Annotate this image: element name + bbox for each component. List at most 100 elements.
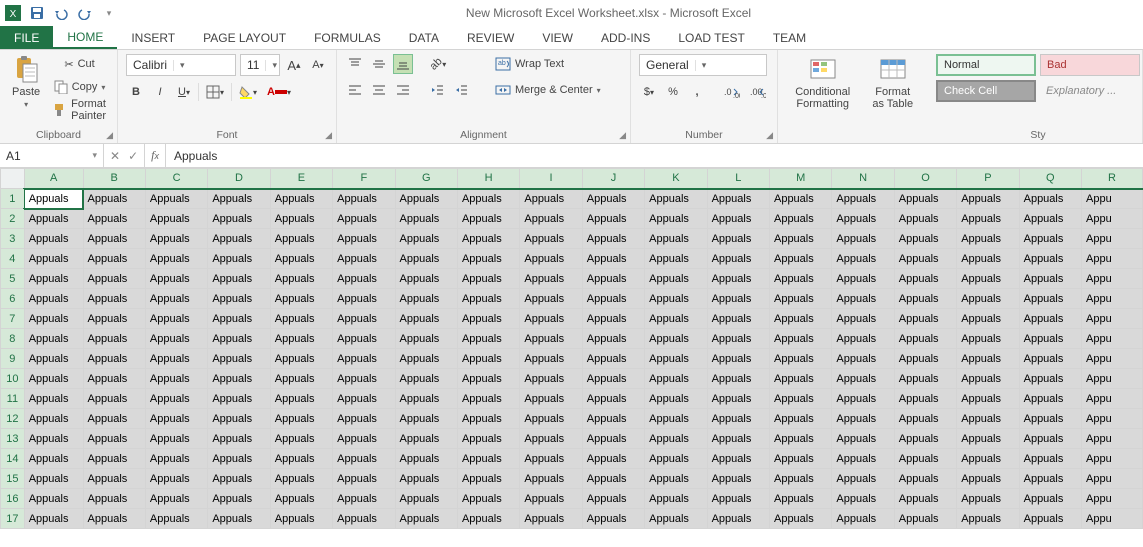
cell[interactable]: Appuals <box>1019 509 1081 529</box>
cell[interactable]: Appuals <box>707 349 769 369</box>
undo-button[interactable] <box>52 4 70 22</box>
cell[interactable]: Appuals <box>333 309 395 329</box>
cell[interactable]: Appuals <box>24 229 83 249</box>
cell[interactable]: Appuals <box>83 369 145 389</box>
column-header[interactable]: R <box>1082 169 1143 189</box>
cell[interactable]: Appuals <box>24 209 83 229</box>
cell[interactable]: Appuals <box>457 389 519 409</box>
conditional-formatting-button[interactable]: Conditional Formatting <box>786 54 859 112</box>
cell[interactable]: Appuals <box>24 249 83 269</box>
cell[interactable]: Appuals <box>270 389 332 409</box>
cell[interactable]: Appuals <box>1019 349 1081 369</box>
cell[interactable]: Appuals <box>957 469 1019 489</box>
cell[interactable]: Appuals <box>270 269 332 289</box>
cell[interactable]: Appuals <box>457 489 519 509</box>
cell[interactable]: Appuals <box>582 389 644 409</box>
tab-view[interactable]: VIEW <box>528 26 587 49</box>
cell[interactable]: Appuals <box>707 289 769 309</box>
cell[interactable]: Appuals <box>645 289 707 309</box>
cell[interactable]: Appuals <box>1019 489 1081 509</box>
cell[interactable]: Appuals <box>395 369 457 389</box>
cell[interactable]: Appu <box>1082 449 1143 469</box>
cell[interactable]: Appuals <box>645 189 707 209</box>
column-header[interactable]: E <box>270 169 332 189</box>
cell[interactable]: Appuals <box>645 409 707 429</box>
column-header[interactable]: D <box>208 169 270 189</box>
cell[interactable]: Appuals <box>333 189 395 209</box>
cell[interactable]: Appuals <box>582 289 644 309</box>
cell[interactable]: Appuals <box>894 329 956 349</box>
cell[interactable]: Appuals <box>645 269 707 289</box>
cell[interactable]: Appuals <box>707 269 769 289</box>
cell[interactable]: Appuals <box>83 189 145 209</box>
cell[interactable]: Appuals <box>208 409 270 429</box>
cell[interactable]: Appuals <box>457 229 519 249</box>
cell[interactable]: Appuals <box>24 429 83 449</box>
cell[interactable]: Appuals <box>957 229 1019 249</box>
cell[interactable]: Appuals <box>769 209 831 229</box>
cell[interactable]: Appuals <box>832 229 894 249</box>
cell[interactable]: Appuals <box>83 269 145 289</box>
select-all-corner[interactable] <box>1 169 25 189</box>
cell[interactable]: Appuals <box>457 449 519 469</box>
cell[interactable]: Appuals <box>145 189 207 209</box>
cell[interactable]: Appuals <box>957 429 1019 449</box>
cell[interactable]: Appu <box>1082 269 1143 289</box>
cell[interactable]: Appuals <box>270 449 332 469</box>
underline-button[interactable]: U▾ <box>174 82 194 102</box>
cell[interactable]: Appuals <box>769 329 831 349</box>
decrease-decimal-button[interactable]: .00.0 <box>747 82 769 102</box>
cell[interactable]: Appuals <box>769 269 831 289</box>
cell[interactable]: Appuals <box>520 429 582 449</box>
cell[interactable]: Appuals <box>208 389 270 409</box>
cell[interactable]: Appuals <box>208 269 270 289</box>
tab-data[interactable]: DATA <box>395 26 453 49</box>
column-header[interactable]: M <box>769 169 831 189</box>
cell[interactable]: Appuals <box>957 309 1019 329</box>
cell[interactable]: Appuals <box>769 449 831 469</box>
cell[interactable]: Appuals <box>645 329 707 349</box>
tab-home[interactable]: HOME <box>53 26 117 49</box>
cell[interactable]: Appuals <box>83 429 145 449</box>
column-header[interactable]: C <box>145 169 207 189</box>
row-header[interactable]: 5 <box>1 269 25 289</box>
cell[interactable]: Appuals <box>270 249 332 269</box>
cell[interactable]: Appuals <box>520 209 582 229</box>
cell[interactable]: Appuals <box>582 429 644 449</box>
cell[interactable]: Appuals <box>145 489 207 509</box>
font-launcher-icon[interactable]: ◢ <box>325 130 332 141</box>
cell[interactable]: Appuals <box>645 369 707 389</box>
cell[interactable]: Appuals <box>832 269 894 289</box>
cell[interactable]: Appuals <box>645 229 707 249</box>
cell[interactable]: Appuals <box>582 349 644 369</box>
cell[interactable]: Appuals <box>145 229 207 249</box>
cell[interactable]: Appuals <box>24 489 83 509</box>
cell[interactable]: Appuals <box>333 329 395 349</box>
increase-font-button[interactable]: A▴ <box>284 55 304 75</box>
cell[interactable]: Appuals <box>832 309 894 329</box>
cell[interactable]: Appuals <box>24 189 83 209</box>
cell[interactable]: Appuals <box>520 229 582 249</box>
cell[interactable]: Appuals <box>83 469 145 489</box>
cell[interactable]: Appuals <box>333 289 395 309</box>
cell[interactable]: Appuals <box>270 289 332 309</box>
cell[interactable]: Appuals <box>145 409 207 429</box>
cell[interactable]: Appuals <box>208 289 270 309</box>
fill-color-button[interactable]: ▾ <box>236 82 260 102</box>
cell[interactable]: Appuals <box>832 369 894 389</box>
align-bottom-button[interactable] <box>393 54 413 74</box>
column-header[interactable]: N <box>832 169 894 189</box>
align-center-button[interactable] <box>369 80 389 100</box>
cell[interactable]: Appuals <box>957 269 1019 289</box>
cell[interactable]: Appuals <box>1019 449 1081 469</box>
wrap-text-button[interactable]: ab Wrap Text <box>492 54 602 74</box>
cell[interactable]: Appuals <box>520 449 582 469</box>
cell[interactable]: Appuals <box>520 409 582 429</box>
cell[interactable]: Appuals <box>582 469 644 489</box>
cell[interactable]: Appuals <box>707 429 769 449</box>
cell[interactable]: Appuals <box>457 509 519 529</box>
increase-decimal-button[interactable]: .0.00 <box>721 82 743 102</box>
cell[interactable]: Appuals <box>894 229 956 249</box>
cell[interactable]: Appuals <box>645 469 707 489</box>
cell[interactable]: Appu <box>1082 369 1143 389</box>
